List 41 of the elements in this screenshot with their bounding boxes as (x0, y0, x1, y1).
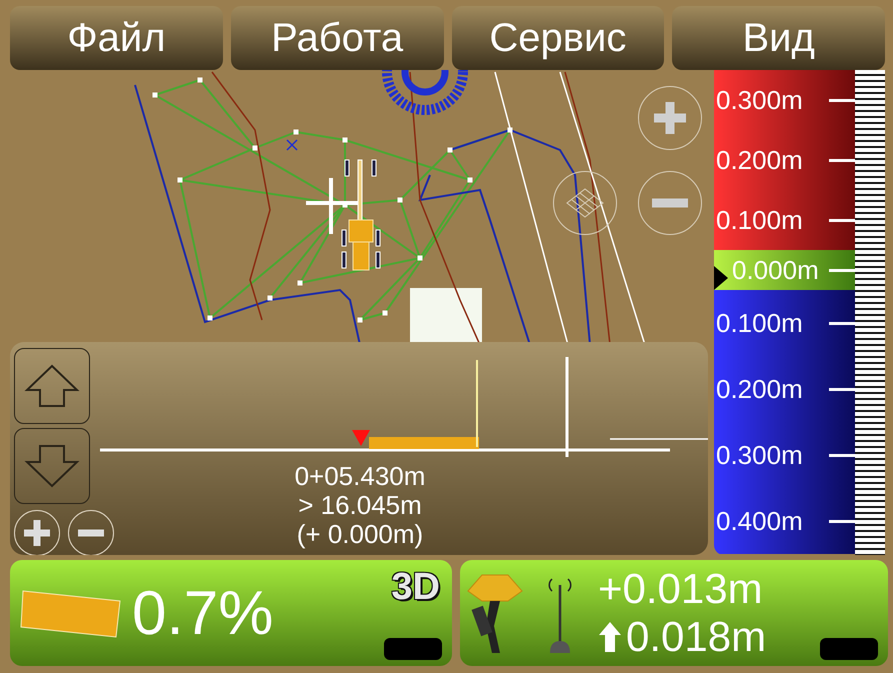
distance-text: > 16.045m (298, 491, 422, 520)
menu-button[interactable]: Вид (672, 6, 885, 70)
station-text: 0+05.430m (294, 462, 426, 491)
tick-mark (829, 388, 855, 390)
down-arrow-icon (24, 443, 80, 489)
zoom-in-button[interactable] (14, 510, 60, 555)
view-button[interactable] (553, 171, 617, 235)
scale-label: 0.400m (715, 506, 804, 536)
scroll-up-button[interactable] (14, 348, 90, 424)
scale-label: 0.300m (715, 440, 804, 470)
scale-label: 0.000m (731, 254, 820, 286)
status-indicator (820, 638, 878, 660)
plus-icon (22, 518, 52, 548)
scale-label: 0.200m (715, 144, 804, 176)
tick-mark (829, 268, 855, 272)
tick-mark (829, 322, 855, 324)
minus-icon (650, 197, 690, 209)
offset-text: (+ 0.000m) (296, 520, 424, 549)
minus-icon (76, 529, 106, 537)
up-arrow-icon (598, 621, 622, 653)
scale-label: 0.100m (715, 204, 804, 236)
offset-value: +0.013m (598, 565, 764, 613)
menu-button[interactable]: Сервис (452, 6, 664, 70)
tick-mark (829, 98, 855, 102)
tick-mark (829, 158, 855, 162)
up-arrow-icon (24, 363, 80, 409)
status-indicator (384, 638, 442, 660)
scale-label: 0.200m (715, 374, 804, 404)
tick-mark (829, 520, 855, 522)
menu-button[interactable]: Работа (230, 6, 444, 70)
mode-label: 3D (391, 566, 440, 609)
scale-label: 0.100m (715, 308, 804, 338)
tick-mark (829, 218, 855, 222)
grade-value: 0.7% (132, 578, 274, 648)
scale-label: 0.300m (715, 84, 804, 116)
level-pointer-icon (714, 266, 728, 290)
menu-button[interactable]: Файл (10, 6, 223, 70)
height-value: 0.018m (626, 613, 766, 661)
scroll-down-button[interactable] (14, 428, 90, 504)
tick-mark (829, 454, 855, 456)
zoom-out-button[interactable] (68, 510, 114, 555)
